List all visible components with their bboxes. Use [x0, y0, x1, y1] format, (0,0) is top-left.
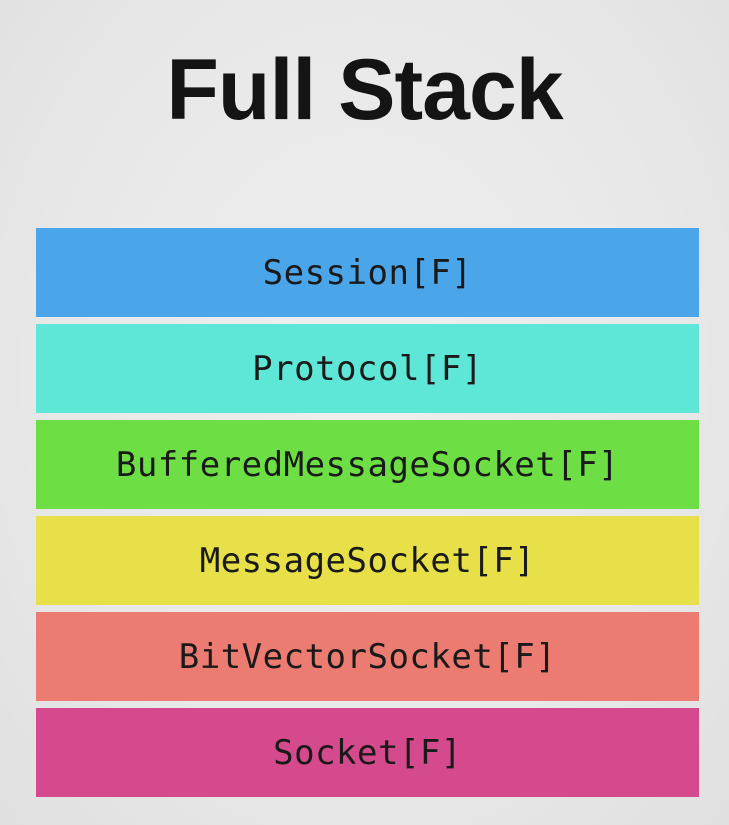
- layer-label: Socket[F]: [273, 732, 462, 773]
- layer-stack: Session[F] Protocol[F] BufferedMessageSo…: [36, 228, 699, 797]
- slide: Full Stack Session[F] Protocol[F] Buffer…: [0, 0, 729, 825]
- layer-label: BufferedMessageSocket[F]: [115, 444, 620, 485]
- slide-title: Full Stack: [166, 42, 563, 138]
- layer-buffered-message-socket: BufferedMessageSocket[F]: [36, 420, 699, 509]
- layer-bit-vector-socket: BitVectorSocket[F]: [36, 612, 699, 701]
- layer-socket: Socket[F]: [36, 708, 699, 797]
- layer-message-socket: MessageSocket[F]: [36, 516, 699, 605]
- layer-protocol: Protocol[F]: [36, 324, 699, 413]
- layer-label: BitVectorSocket[F]: [178, 636, 557, 677]
- layer-session: Session[F]: [36, 228, 699, 317]
- layer-label: Protocol[F]: [252, 348, 483, 389]
- layer-label: MessageSocket[F]: [199, 540, 536, 581]
- layer-label: Session[F]: [262, 252, 473, 293]
